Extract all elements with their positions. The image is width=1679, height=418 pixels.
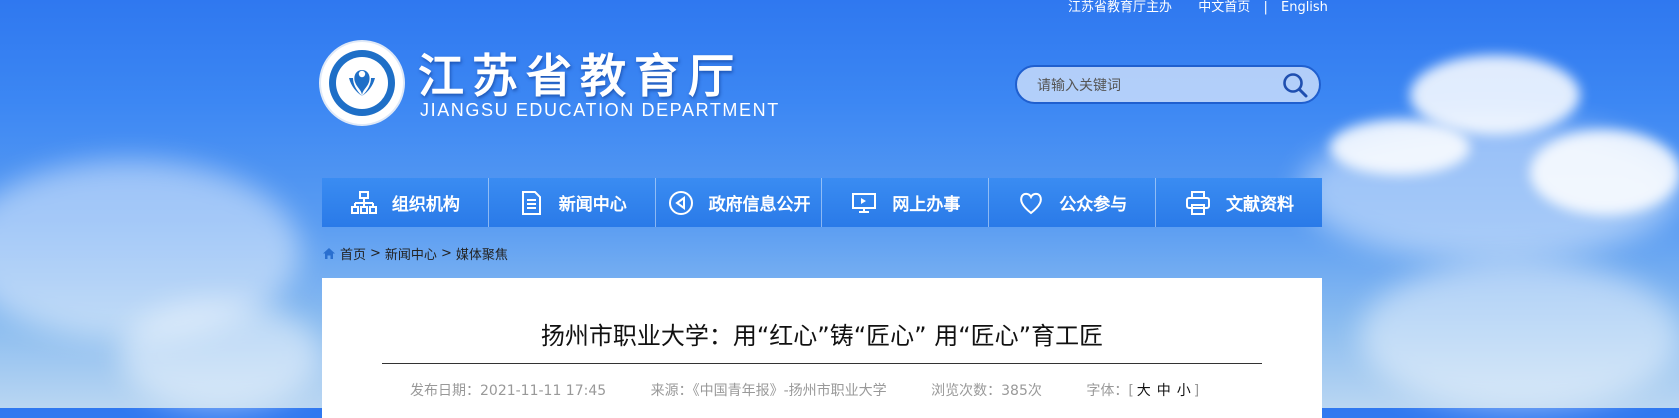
cloud (1530, 130, 1679, 215)
article-panel: 扬州市职业大学：用“红心”铸“匠心” 用“匠心”育工匠 发布日期：2021-11… (322, 278, 1322, 418)
breadcrumb: 首页 > 新闻中心 > 媒体聚焦 (322, 244, 508, 263)
article-meta: 发布日期：2021-11-11 17:45 来源：《中国青年报》-扬州市职业大学… (410, 380, 1199, 400)
font-size-label: 字体： (1086, 383, 1129, 399)
source-value: 《中国青年报》-扬州市职业大学 (692, 383, 887, 399)
org-chart-icon (350, 190, 377, 214)
top-links: 江苏省教育厅主办 中文首页 | English (1068, 0, 1328, 15)
document-icon (521, 190, 541, 215)
publish-date: 2021-11-11 17:45 (480, 383, 607, 399)
main-nav: 组织机构 新闻中心 政府信息公开 网上办事 公众参与 文献资料 (322, 178, 1322, 227)
site-subtitle: JIANGSU EDUCATION DEPARTMENT (420, 100, 780, 120)
nav-label: 文献资料 (1226, 195, 1295, 215)
cloud (1330, 120, 1470, 175)
home-icon (323, 248, 335, 259)
nav-item-public-participation[interactable]: 公众参与 (989, 178, 1157, 227)
home-link[interactable]: 中文首页 (1198, 0, 1250, 15)
heart-icon (1020, 192, 1043, 214)
nav-label: 组织机构 (391, 195, 460, 215)
sponsor-text: 江苏省教育厅主办 (1068, 0, 1173, 15)
nav-label: 新闻中心 (558, 195, 627, 215)
search-input[interactable] (1035, 67, 1279, 104)
megaphone-icon (668, 190, 693, 215)
breadcrumb-news[interactable]: 新闻中心 (385, 244, 437, 263)
nav-label: 政府信息公开 (708, 195, 811, 215)
article-title: 扬州市职业大学：用“红心”铸“匠心” 用“匠心”育工匠 (540, 322, 1104, 350)
bracket: ] (1193, 383, 1200, 399)
cloud (120, 300, 320, 410)
nav-label: 网上办事 (892, 195, 961, 215)
breadcrumb-home[interactable]: 首页 (340, 244, 366, 263)
nav-item-documents[interactable]: 文献资料 (1156, 178, 1322, 227)
english-link[interactable]: English (1281, 0, 1328, 15)
monitor-icon (852, 192, 877, 213)
font-small-button[interactable]: 小 (1177, 383, 1191, 399)
publish-label: 发布日期： (410, 383, 480, 399)
breadcrumb-separator: > (370, 246, 381, 261)
site-title: 江苏省教育厅 (418, 49, 742, 103)
nav-item-organization[interactable]: 组织机构 (322, 178, 489, 227)
logo-emblem (321, 42, 403, 124)
emblem-icon (349, 70, 375, 96)
nav-label: 公众参与 (1059, 195, 1128, 215)
font-medium-button[interactable]: 中 (1157, 383, 1171, 399)
breadcrumb-separator: > (440, 246, 452, 261)
source-label: 来源： (650, 383, 693, 399)
font-large-button[interactable]: 大 (1137, 383, 1151, 399)
nav-item-online-service[interactable]: 网上办事 (822, 178, 990, 227)
cloud (1360, 260, 1679, 410)
views-value: 385次 (1001, 383, 1042, 399)
search-icon[interactable] (1281, 71, 1309, 99)
nav-item-gov-info[interactable]: 政府信息公开 (656, 178, 823, 227)
search-box (1015, 65, 1321, 104)
printer-icon (1186, 190, 1211, 215)
title-divider (382, 363, 1262, 364)
views-label: 浏览次数： (931, 383, 1002, 399)
breadcrumb-current: 媒体聚焦 (455, 248, 508, 263)
nav-item-news[interactable]: 新闻中心 (489, 178, 656, 227)
bracket: [ (1128, 383, 1134, 399)
